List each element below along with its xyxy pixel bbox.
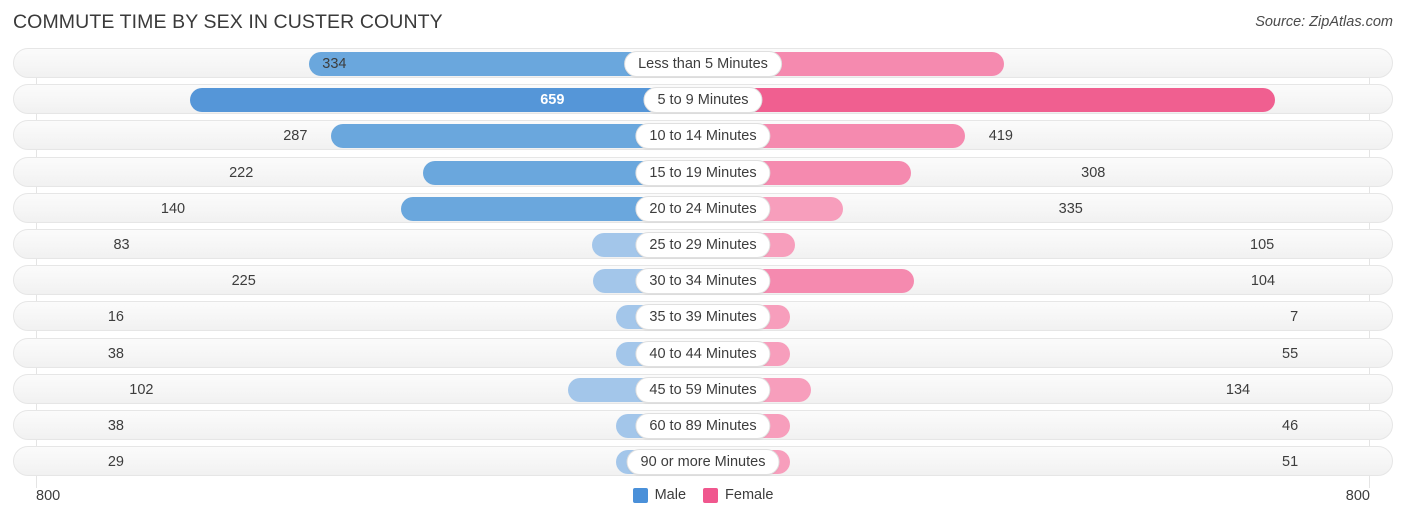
- source-attribution: Source: ZipAtlas.com: [1255, 14, 1393, 30]
- category-label-pill[interactable]: 40 to 44 Minutes: [635, 340, 771, 367]
- value-label-female: 334: [322, 56, 347, 72]
- chart-footer: 800 800 Male Female: [0, 484, 1406, 523]
- table-row[interactable]: 7 16 35 to 39 Minutes: [13, 301, 1393, 332]
- row-inner: 445334Less than 5 Minutes: [14, 49, 1392, 77]
- row-inner: 7 16 35 to 39 Minutes: [14, 302, 1392, 331]
- chart-header: COMMUTE TIME BY SEX IN CUSTER COUNTY Sou…: [0, 0, 1406, 44]
- category-label-pill[interactable]: Less than 5 Minutes: [624, 51, 782, 77]
- table-row[interactable]: 445334Less than 5 Minutes: [13, 48, 1393, 78]
- table-row[interactable]: 308 222 15 to 19 Minutes: [13, 156, 1393, 187]
- category-label-pill[interactable]: 10 to 14 Minutes: [635, 123, 771, 150]
- bar-female[interactable]: [726, 88, 1275, 113]
- category-label-pill[interactable]: 5 to 9 Minutes: [643, 87, 763, 114]
- row-inner: 419 287 10 to 14 Minutes: [14, 121, 1392, 150]
- category-label-pill[interactable]: 35 to 39 Minutes: [635, 304, 771, 331]
- row-inner: 105 83 25 to 29 Minutes: [14, 230, 1392, 258]
- square-swatch-icon: [703, 487, 719, 503]
- row-inner: 104 225 30 to 34 Minutes: [14, 266, 1392, 295]
- legend-item-female[interactable]: Female: [703, 487, 773, 503]
- bar-rows: 445334Less than 5 Minutes5896595 to 9 Mi…: [13, 48, 1393, 482]
- table-row[interactable]: 46 38 60 to 89 Minutes: [13, 409, 1393, 440]
- bar-male[interactable]: [189, 88, 680, 113]
- page-title: COMMUTE TIME BY SEX IN CUSTER COUNTY: [13, 11, 443, 33]
- row-inner: 308 222 15 to 19 Minutes: [14, 158, 1392, 186]
- row-inner: 55 38 40 to 44 Minutes: [14, 339, 1392, 367]
- row-inner: 134 102 45 to 59 Minutes: [14, 375, 1392, 403]
- table-row[interactable]: 134 102 45 to 59 Minutes: [13, 373, 1393, 404]
- table-row[interactable]: 104 225 30 to 34 Minutes: [13, 265, 1393, 296]
- row-inner: 335 140 20 to 24 Minutes: [14, 194, 1392, 222]
- category-label-pill[interactable]: 25 to 29 Minutes: [635, 231, 771, 258]
- legend-item-label: Female: [725, 487, 774, 503]
- legend-item-male[interactable]: Male: [632, 487, 687, 503]
- table-row[interactable]: 55 38 40 to 44 Minutes: [13, 337, 1393, 368]
- table-row[interactable]: 51 29 90 or more Minutes: [13, 446, 1393, 477]
- table-row[interactable]: 105 83 25 to 29 Minutes: [13, 228, 1393, 259]
- legend-item-label: Male: [654, 487, 687, 503]
- value-label-female: 225: [231, 273, 256, 290]
- category-label-pill[interactable]: 20 to 24 Minutes: [635, 195, 771, 222]
- table-row[interactable]: 419 287 10 to 14 Minutes: [13, 120, 1393, 151]
- category-label-pill[interactable]: 15 to 19 Minutes: [635, 159, 771, 186]
- row-inner: 46 38 60 to 89 Minutes: [14, 411, 1392, 439]
- chart-page: COMMUTE TIME BY SEX IN CUSTER COUNTY Sou…: [0, 0, 1406, 523]
- row-inner: 51 29 90 or more Minutes: [14, 447, 1392, 476]
- chart-legend: Male Female: [0, 487, 1406, 503]
- category-label-pill[interactable]: 60 to 89 Minutes: [635, 412, 771, 439]
- category-label-pill[interactable]: 45 to 59 Minutes: [635, 376, 771, 403]
- category-label-pill[interactable]: 90 or more Minutes: [626, 449, 780, 476]
- value-label-female: 659: [540, 92, 565, 109]
- value-label-female: 140: [160, 200, 186, 217]
- value-label-female: 222: [229, 164, 254, 181]
- table-row[interactable]: 335 140 20 to 24 Minutes: [13, 192, 1393, 223]
- category-label-pill[interactable]: 30 to 34 Minutes: [635, 268, 771, 295]
- row-inner: 5896595 to 9 Minutes: [14, 85, 1392, 114]
- square-swatch-icon: [632, 487, 648, 503]
- chart-plot-area: 445334Less than 5 Minutes5896595 to 9 Mi…: [13, 48, 1393, 488]
- table-row[interactable]: 5896595 to 9 Minutes: [13, 84, 1393, 115]
- value-label-female: 287: [283, 128, 308, 145]
